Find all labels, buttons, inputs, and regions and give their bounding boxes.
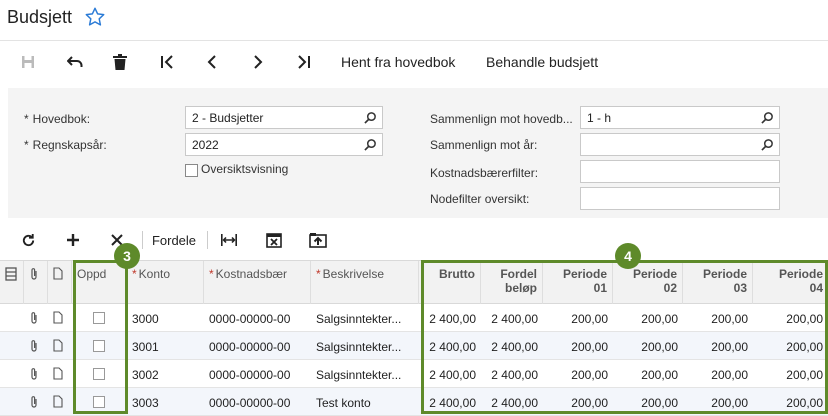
export-excel-icon[interactable] xyxy=(264,230,284,250)
year-label: * Regnskapsår: xyxy=(24,138,107,152)
toolbar-divider xyxy=(207,231,208,249)
delete-icon[interactable] xyxy=(110,51,130,73)
page-title: Budsjett xyxy=(7,7,73,27)
overview-label: Oversiktsvisning xyxy=(201,162,289,176)
prev-icon[interactable] xyxy=(202,51,222,73)
cell-cost[interactable]: 0000-00000-00 xyxy=(204,388,311,415)
attachment-icon[interactable] xyxy=(24,360,48,387)
ledger-field[interactable]: 2 - Budsjetter xyxy=(185,106,383,129)
column-settings-icon[interactable] xyxy=(0,261,24,304)
attachment-icon[interactable] xyxy=(24,332,48,359)
add-icon[interactable] xyxy=(63,230,83,250)
undo-icon[interactable] xyxy=(64,51,86,73)
title-bar: Budsjett xyxy=(0,0,828,38)
row-selector[interactable] xyxy=(0,360,24,387)
highlight-update-column xyxy=(73,260,128,414)
callout-badge-3: 3 xyxy=(114,243,140,269)
cell-account[interactable]: 3000 xyxy=(127,304,204,331)
cell-description[interactable]: Salgsinntekter... xyxy=(311,360,419,387)
attachment-icon[interactable] xyxy=(24,388,48,415)
search-icon[interactable] xyxy=(364,111,377,124)
cost-filter-label: Kostnadsbærerfilter: xyxy=(430,166,539,180)
last-icon[interactable] xyxy=(294,51,314,73)
header-description[interactable]: * Beskrivelse xyxy=(311,261,419,304)
year-field[interactable]: 2022 xyxy=(185,133,383,156)
search-icon[interactable] xyxy=(761,111,774,124)
star-icon[interactable] xyxy=(84,6,106,28)
search-icon[interactable] xyxy=(364,138,377,151)
ledger-label: * Hovedbok: xyxy=(24,112,91,126)
cell-description[interactable]: Salgsinntekter... xyxy=(311,304,419,331)
cell-account[interactable]: 3002 xyxy=(127,360,204,387)
cell-account[interactable]: 3003 xyxy=(127,388,204,415)
attachment-icon[interactable] xyxy=(24,304,48,331)
cell-cost[interactable]: 0000-00000-00 xyxy=(204,360,311,387)
note-icon[interactable] xyxy=(48,360,72,387)
attachment-icon xyxy=(24,261,48,304)
fit-columns-icon[interactable] xyxy=(219,230,239,250)
node-filter-field[interactable] xyxy=(580,187,780,210)
cell-cost[interactable]: 0000-00000-00 xyxy=(204,332,311,359)
next-icon[interactable] xyxy=(248,51,268,73)
node-filter-label: Nodefilter oversikt: xyxy=(430,192,530,206)
row-selector[interactable] xyxy=(0,332,24,359)
note-icon[interactable] xyxy=(48,332,72,359)
note-icon[interactable] xyxy=(48,304,72,331)
search-icon[interactable] xyxy=(761,138,774,151)
cell-cost[interactable]: 0000-00000-00 xyxy=(204,304,311,331)
callout-badge-4: 4 xyxy=(615,243,641,269)
cell-description[interactable]: Test konto xyxy=(311,388,419,415)
distribute-button[interactable]: Fordele xyxy=(151,230,197,250)
cost-filter-field[interactable] xyxy=(580,160,780,183)
compare-year-label: Sammenlign mot år: xyxy=(430,138,538,152)
refresh-icon[interactable] xyxy=(18,230,38,250)
row-selector[interactable] xyxy=(0,304,24,331)
header-cost-carrier[interactable]: * Kostnadsbær xyxy=(204,261,311,304)
upload-icon[interactable] xyxy=(308,230,328,250)
toolbar-divider xyxy=(142,231,143,249)
cell-description[interactable]: Salgsinntekter... xyxy=(311,332,419,359)
row-selector[interactable] xyxy=(0,388,24,415)
first-icon[interactable] xyxy=(157,51,177,73)
budget-form: * Hovedbok: 2 - Budsjetter * Regnskapsår: … xyxy=(8,88,828,218)
main-toolbar: Hent fra hovedbok Behandle budsjett xyxy=(0,40,828,84)
note-icon[interactable] xyxy=(48,388,72,415)
highlight-amount-columns xyxy=(421,260,828,414)
compare-ledger-field[interactable]: 1 - h xyxy=(580,106,780,129)
fetch-from-ledger-button[interactable]: Hent fra hovedbok xyxy=(341,54,455,70)
overview-checkbox[interactable] xyxy=(185,164,198,177)
save-icon[interactable] xyxy=(18,51,38,73)
process-budget-button[interactable]: Behandle budsjett xyxy=(486,54,598,70)
note-icon xyxy=(48,261,72,304)
compare-ledger-label: Sammenlign mot hovedb... xyxy=(430,112,573,126)
header-account[interactable]: * Konto xyxy=(127,261,204,304)
compare-year-field[interactable] xyxy=(580,133,780,156)
cell-account[interactable]: 3001 xyxy=(127,332,204,359)
